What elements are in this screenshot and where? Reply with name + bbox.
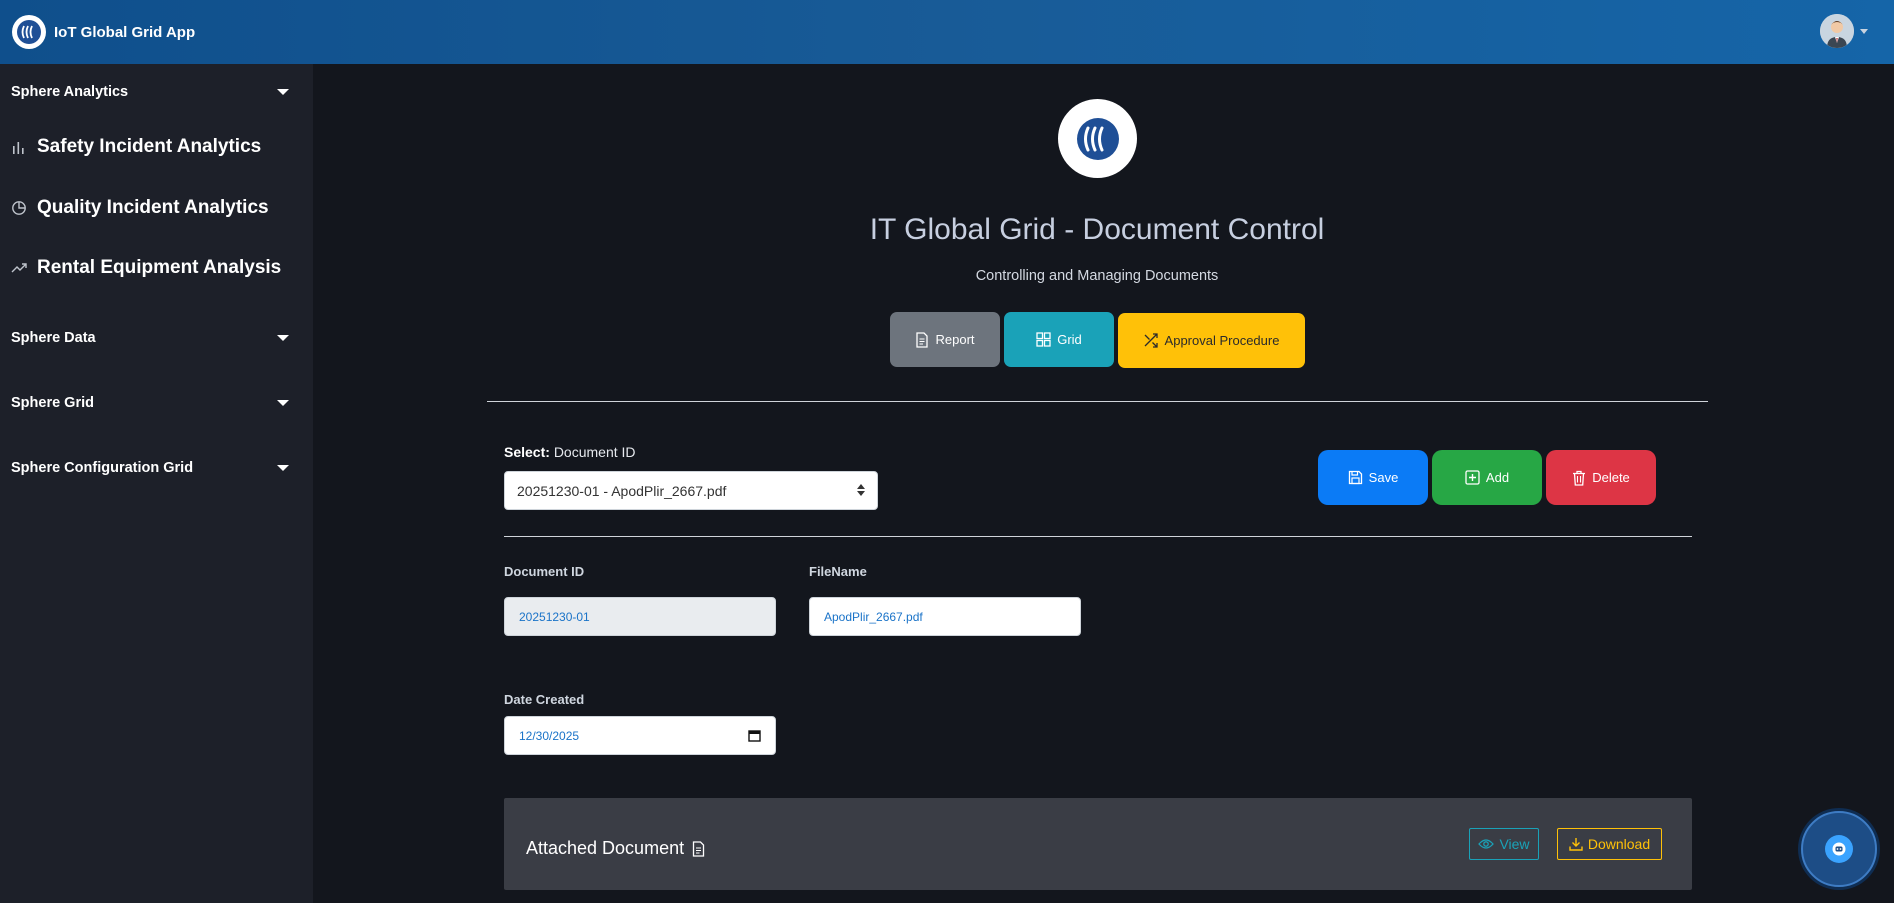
attached-document-title: Attached Document [526,838,705,859]
caret-down-icon [277,89,289,95]
divider [504,536,1692,537]
save-button-label: Save [1368,470,1399,485]
sidebar-section-label: Sphere Grid [11,395,94,411]
file-text-icon [692,840,705,857]
chatbot-icon [1825,835,1853,863]
filename-label: FileName [809,564,867,579]
approval-procedure-button-label: Approval Procedure [1164,333,1280,348]
grid-icon [1036,332,1051,347]
chevron-down-icon[interactable] [1860,28,1868,34]
app-title: IoT Global Grid App [54,23,196,41]
select-label-text: Document ID [553,444,636,460]
document-id-label: Document ID [504,564,585,579]
document-id-field[interactable]: 20251230-01 [504,597,776,636]
page-title: IT Global Grid - Document Control [869,213,1325,246]
attached-document-title-text: Attached Document [526,838,685,858]
date-created-field[interactable]: 12/30/2025 [504,716,776,755]
trend-up-icon [11,263,27,273]
grid-button[interactable]: Grid [1004,312,1114,367]
sidebar: Sphere Analytics Safety Incident Analyti… [0,64,313,903]
attached-document-panel: Attached Document View Download [504,798,1692,890]
select-arrows-icon [857,484,865,496]
caret-down-icon [277,400,289,406]
user-menu[interactable] [1820,14,1868,48]
pie-chart-icon [12,201,26,215]
sidebar-section-label: Sphere Configuration Grid [11,460,194,476]
grid-button-label: Grid [1057,332,1082,347]
sidebar-item-label: Quality Incident Analytics [37,197,269,218]
document-select-value: 20251230-01 - ApodPlir_2667.pdf [517,482,727,499]
save-button[interactable]: Save [1318,450,1428,505]
document-icon [916,331,929,348]
sidebar-item-rental-equipment-analysis[interactable]: Rental Equipment Analysis [11,257,281,279]
date-created-label: Date Created [504,692,585,707]
sidebar-section-label: Sphere Data [11,330,96,346]
download-icon [1569,838,1583,851]
eye-icon [1478,839,1495,849]
document-control-logo-icon [1058,99,1137,178]
sidebar-item-quality-incident-analytics[interactable]: Quality Incident Analytics [11,197,269,219]
date-created-value: 12/30/2025 [519,728,580,743]
user-avatar-icon[interactable] [1820,14,1854,48]
plus-square-icon [1465,470,1480,485]
add-button[interactable]: Add [1432,450,1542,505]
sidebar-item-safety-incident-analytics[interactable]: Safety Incident Analytics [11,136,261,158]
sidebar-section-sphere-data[interactable]: Sphere Data [11,327,291,349]
brand[interactable]: IoT Global Grid App [12,15,195,49]
top-navbar: IoT Global Grid App [0,0,1894,64]
calendar-icon[interactable] [748,729,761,742]
shuffle-icon [1144,333,1158,348]
delete-button-label: Delete [1592,470,1630,485]
download-button[interactable]: Download [1557,828,1662,860]
add-button-label: Add [1485,470,1510,485]
document-id-select[interactable]: 20251230-01 - ApodPlir_2667.pdf [504,471,878,510]
trash-icon [1573,470,1586,486]
view-button-label: View [1499,836,1530,852]
sidebar-section-sphere-analytics[interactable]: Sphere Analytics [11,81,291,103]
select-label-bold: Select: [504,444,550,460]
report-button[interactable]: Report [890,312,1000,367]
save-icon [1348,470,1362,485]
caret-down-icon [277,335,289,341]
download-button-label: Download [1587,836,1651,852]
delete-button[interactable]: Delete [1546,450,1656,505]
page-subtitle: Controlling and Managing Documents [975,268,1219,284]
sidebar-section-sphere-grid[interactable]: Sphere Grid [11,392,291,414]
document-select-label: Select: Document ID [504,444,636,460]
sidebar-section-label: Sphere Analytics [11,84,129,100]
sidebar-item-label: Safety Incident Analytics [37,136,262,157]
caret-down-icon [277,465,289,471]
bar-chart-icon [13,142,24,154]
filename-value: ApodPlir_2667.pdf [824,609,923,624]
sidebar-item-label: Rental Equipment Analysis [37,257,282,278]
report-button-label: Report [935,332,975,347]
chat-assistant-button[interactable] [1801,811,1877,887]
view-button[interactable]: View [1469,828,1539,860]
sidebar-section-sphere-configuration-grid[interactable]: Sphere Configuration Grid [11,457,291,479]
divider [487,401,1708,402]
approval-procedure-button[interactable]: Approval Procedure [1118,313,1305,368]
document-id-value: 20251230-01 [519,609,590,624]
grid-logo-icon [12,15,46,49]
filename-field[interactable]: ApodPlir_2667.pdf [809,597,1081,636]
